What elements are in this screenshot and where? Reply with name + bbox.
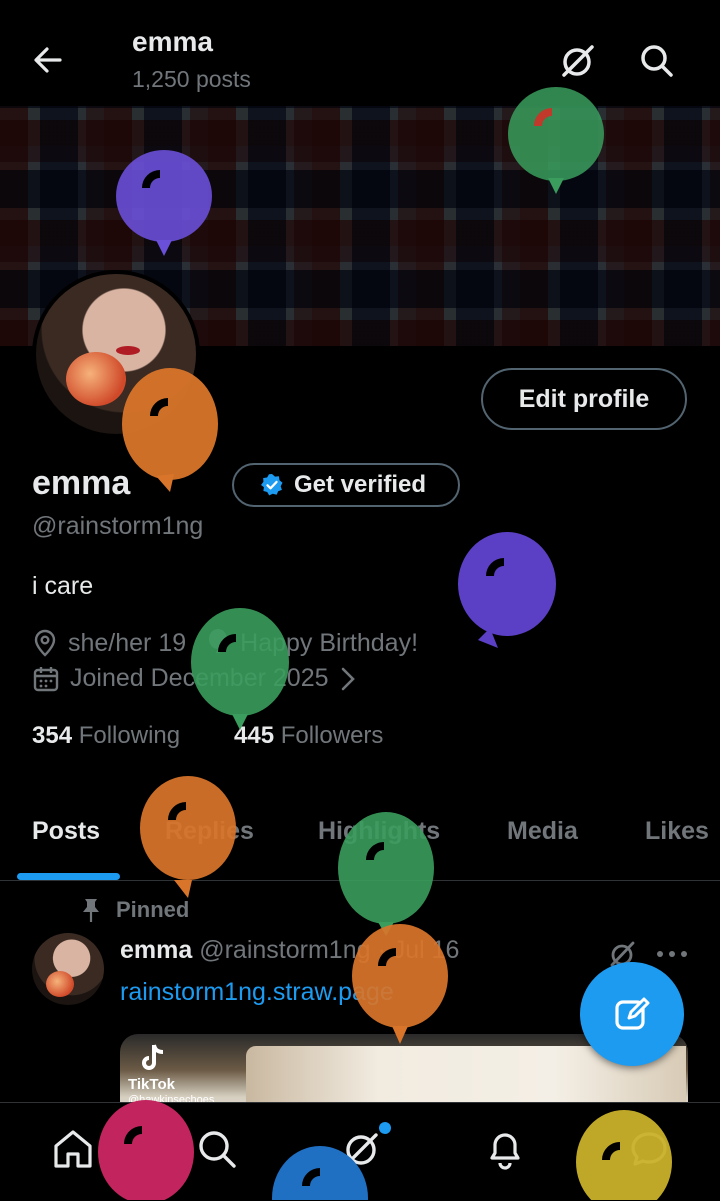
location-text: she/her 19 [68,628,187,657]
balloon-green [190,608,290,736]
balloon-yellow [576,1110,676,1200]
tiktok-label: TikTok [128,1076,175,1093]
compose-icon [612,994,652,1034]
compose-button[interactable] [580,962,684,1066]
balloon-blue [272,1146,372,1200]
profile-handle: @rainstorm1ng [32,512,204,540]
tab-media[interactable]: Media [507,817,578,846]
balloon-green [508,86,608,214]
following-label: Following [78,722,181,749]
edit-profile-button[interactable]: Edit profile [481,368,687,430]
balloon-purple [114,148,214,272]
header-post-count: 1,250 posts [132,66,251,92]
pin-icon [80,897,102,923]
balloon-orange [140,776,240,904]
following-link[interactable]: 354 Following [32,722,180,750]
search-icon[interactable] [194,1126,240,1172]
header-title: emma [132,26,213,57]
notification-dot [379,1122,391,1134]
get-verified-label: Get verified [294,471,427,498]
balloon-orange [350,922,450,1046]
post-author-handle[interactable]: @rainstorm1ng [199,936,370,964]
post-author-name[interactable]: emma [120,936,192,964]
top-bar [0,0,720,106]
profile-bio: i care [32,572,94,600]
post-avatar[interactable] [32,933,104,1005]
get-verified-button[interactable]: Get verified [232,463,460,507]
tab-posts[interactable]: Posts [32,817,100,846]
balloon-purple [458,532,558,660]
verified-badge-icon [260,473,284,497]
active-tab-indicator [17,873,120,880]
back-arrow-icon[interactable] [28,40,68,80]
search-icon[interactable] [636,40,678,82]
location-pin-icon [32,629,58,657]
followers-label: Followers [280,722,384,749]
balloon-orange [122,368,222,496]
bell-icon[interactable] [482,1126,528,1172]
balloon-pink [98,1100,198,1200]
home-icon[interactable] [50,1126,96,1172]
tiktok-icon [138,1042,168,1074]
tab-likes[interactable]: Likes [645,817,709,846]
more-options-icon[interactable] [654,944,690,964]
following-count: 354 [32,722,73,749]
grok-icon[interactable] [556,40,598,82]
calendar-icon [32,665,60,693]
chevron-right-icon[interactable] [339,666,357,692]
balloon-green [338,810,438,938]
display-name: emma [32,464,131,502]
